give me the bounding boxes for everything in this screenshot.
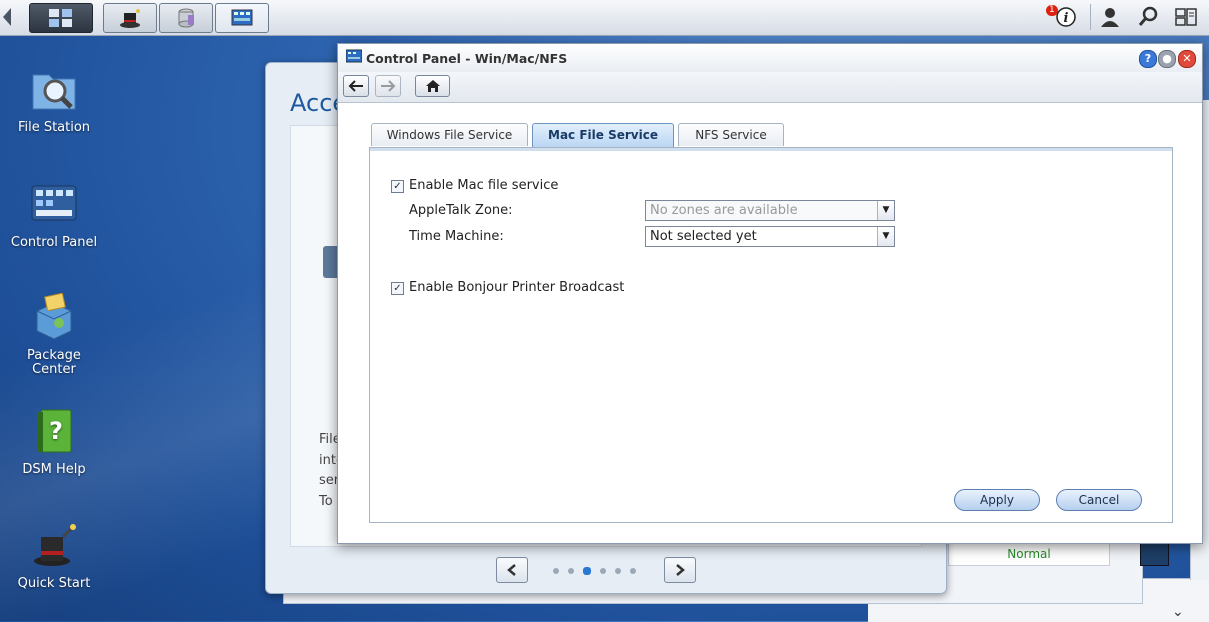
time-machine-label: Time Machine: (409, 229, 504, 244)
svg-text:?: ? (49, 417, 63, 445)
enable-mac-checkbox[interactable]: ✓ (391, 180, 404, 193)
window-title: Control Panel - Win/Mac/NFS (366, 51, 568, 66)
widgets-icon (1175, 8, 1197, 26)
home-button[interactable] (415, 75, 450, 97)
chevron-left-icon (507, 564, 516, 576)
desktop-icon-label: Quick Start (17, 576, 91, 591)
appletalk-zone-value: No zones are available (650, 203, 798, 218)
tab-mac-file-service[interactable]: Mac File Service (532, 123, 674, 147)
widgets-button[interactable] (1173, 5, 1199, 29)
desktop-icon-package-center[interactable]: Package Center (4, 292, 104, 377)
time-machine-select[interactable]: Not selected yet ▼ (645, 226, 895, 247)
pager-dot[interactable] (600, 568, 606, 574)
search-button[interactable] (1135, 5, 1161, 29)
appletalk-zone-label: AppleTalk Zone: (409, 203, 513, 218)
desktop-icon-label: Control Panel (10, 235, 98, 250)
help-icon: ? (1144, 52, 1152, 65)
database-icon (178, 8, 194, 28)
taskbar-control-panel-button[interactable] (215, 3, 269, 33)
desktop-icon-label: DSM Help (22, 462, 86, 477)
forward-button[interactable] (375, 75, 401, 97)
folder-search-icon (29, 65, 79, 115)
desktop-icon-file-station[interactable]: File Station (4, 65, 104, 135)
main-menu-button[interactable] (29, 3, 93, 33)
pager-dot[interactable] (615, 568, 621, 574)
window-toolbar (338, 72, 1202, 103)
help-book-icon: ? (29, 407, 79, 457)
help-button[interactable]: ? (1139, 50, 1157, 68)
bonjour-label: Enable Bonjour Printer Broadcast (409, 280, 625, 295)
arrow-left-icon (348, 80, 363, 92)
user-icon (1101, 8, 1119, 27)
package-box-icon (29, 292, 79, 343)
control-panel-icon (29, 180, 79, 230)
pager-dot[interactable] (568, 568, 574, 574)
control-panel-icon (231, 9, 253, 26)
desktop-icon-quick-start[interactable]: Quick Start (4, 521, 104, 591)
pager-dot[interactable] (553, 568, 559, 574)
taskbar: i 1 (0, 0, 1209, 36)
pager-prev-button[interactable] (496, 557, 528, 583)
desktop-icon-dsm-help[interactable]: ? DSM Help (4, 407, 104, 477)
pager (496, 557, 696, 583)
chevron-down-icon[interactable]: ▼ (877, 227, 894, 246)
panel-accent-line (370, 148, 1172, 151)
taskbar-quick-start-button[interactable] (103, 3, 157, 33)
pager-next-button[interactable] (664, 557, 696, 583)
tab-nfs-service[interactable]: NFS Service (678, 123, 784, 146)
control-panel-icon (346, 49, 362, 63)
search-icon (1138, 6, 1158, 26)
enable-mac-label: Enable Mac file service (409, 178, 559, 193)
tab-windows-file-service[interactable]: Windows File Service (371, 123, 528, 146)
control-panel-window: Control Panel - Win/Mac/NFS ? ● ✕ Window… (337, 43, 1203, 544)
desktop-icon-control-panel[interactable]: Control Panel (4, 180, 104, 250)
minimize-icon: ● (1162, 52, 1172, 65)
pager-dot[interactable] (630, 568, 636, 574)
desktop-icon-label: File Station (17, 120, 91, 135)
pager-dot-active[interactable] (583, 567, 591, 575)
time-machine-value: Not selected yet (650, 229, 757, 244)
svg-text:i: i (1064, 11, 1069, 26)
appletalk-zone-select[interactable]: No zones are available ▼ (645, 200, 895, 221)
desktop-icon-label-line1: Package (27, 348, 81, 363)
mac-file-service-panel: ✓ Enable Mac file service AppleTalk Zone… (369, 147, 1173, 523)
chevron-down-icon[interactable]: ⌄ (1172, 604, 1184, 620)
window-titlebar[interactable]: Control Panel - Win/Mac/NFS ? ● ✕ (338, 44, 1202, 72)
cancel-button[interactable]: Cancel (1056, 489, 1142, 511)
back-button[interactable] (343, 75, 369, 97)
chevron-down-icon[interactable]: ▼ (877, 201, 894, 220)
apply-button[interactable]: Apply (954, 489, 1040, 511)
grid-icon (49, 9, 72, 27)
chevron-right-icon (676, 564, 685, 576)
info-icon: i (1056, 7, 1076, 27)
notification-badge: 1 (1046, 5, 1058, 16)
close-button[interactable]: ✕ (1178, 50, 1196, 68)
taskbar-storage-button[interactable] (159, 3, 213, 33)
arrow-right-icon (381, 80, 396, 92)
user-button[interactable] (1097, 5, 1123, 29)
minimize-button[interactable]: ● (1158, 50, 1176, 68)
bonjour-checkbox[interactable]: ✓ (391, 282, 404, 295)
close-icon: ✕ (1182, 52, 1192, 65)
home-icon (425, 80, 440, 92)
magic-hat-icon (120, 9, 140, 28)
taskbar-left-arrow-icon[interactable] (0, 2, 14, 32)
desktop-icon-label-line2: Center (32, 362, 76, 377)
taskbar-divider (1090, 4, 1091, 30)
magic-hat-icon (29, 521, 79, 571)
